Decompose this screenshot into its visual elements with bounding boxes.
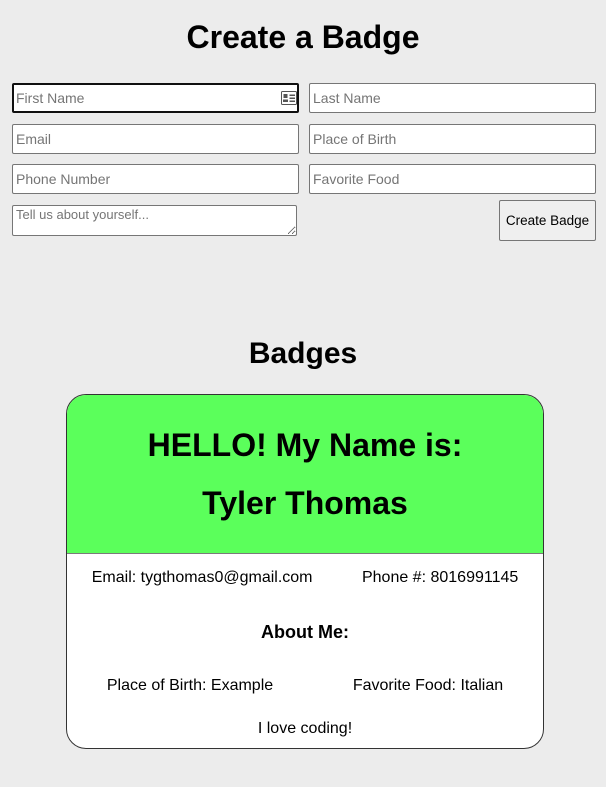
badge-details-row: Place of Birth: Example Favorite Food: I… [67, 676, 543, 696]
badge-about-text: I love coding! [257, 720, 353, 737]
about-textarea[interactable] [12, 205, 297, 236]
badge-header: HELLO! My Name is: Tyler Thomas [67, 395, 543, 554]
badge-contact-row: Email: tygthomas0@gmail.com Phone #: 801… [67, 568, 543, 588]
badge-card: HELLO! My Name is: Tyler Thomas Email: t… [66, 394, 544, 749]
email-input[interactable] [12, 124, 299, 154]
first-name-input[interactable] [12, 83, 299, 113]
contact-card-icon[interactable] [281, 91, 297, 105]
place-of-birth-input[interactable] [309, 124, 596, 154]
page-title: Create a Badge [186, 19, 420, 55]
badge-place-of-birth: Place of Birth: Example [106, 677, 274, 694]
last-name-input[interactable] [309, 83, 596, 113]
create-badge-button[interactable]: Create Badge [499, 200, 596, 241]
badge-email: Email: tygthomas0@gmail.com [91, 569, 313, 586]
badge-name: Tyler Thomas [202, 485, 408, 521]
badge-hello-heading: HELLO! My Name is: [147, 427, 463, 463]
about-me-heading: About Me: [261, 622, 349, 642]
badges-section-title: Badges [248, 337, 358, 370]
favorite-food-input[interactable] [309, 164, 596, 194]
phone-number-input[interactable] [12, 164, 299, 194]
badge-phone: Phone #: 8016991145 [361, 569, 519, 586]
badge-favorite-food: Favorite Food: Italian [352, 677, 504, 694]
